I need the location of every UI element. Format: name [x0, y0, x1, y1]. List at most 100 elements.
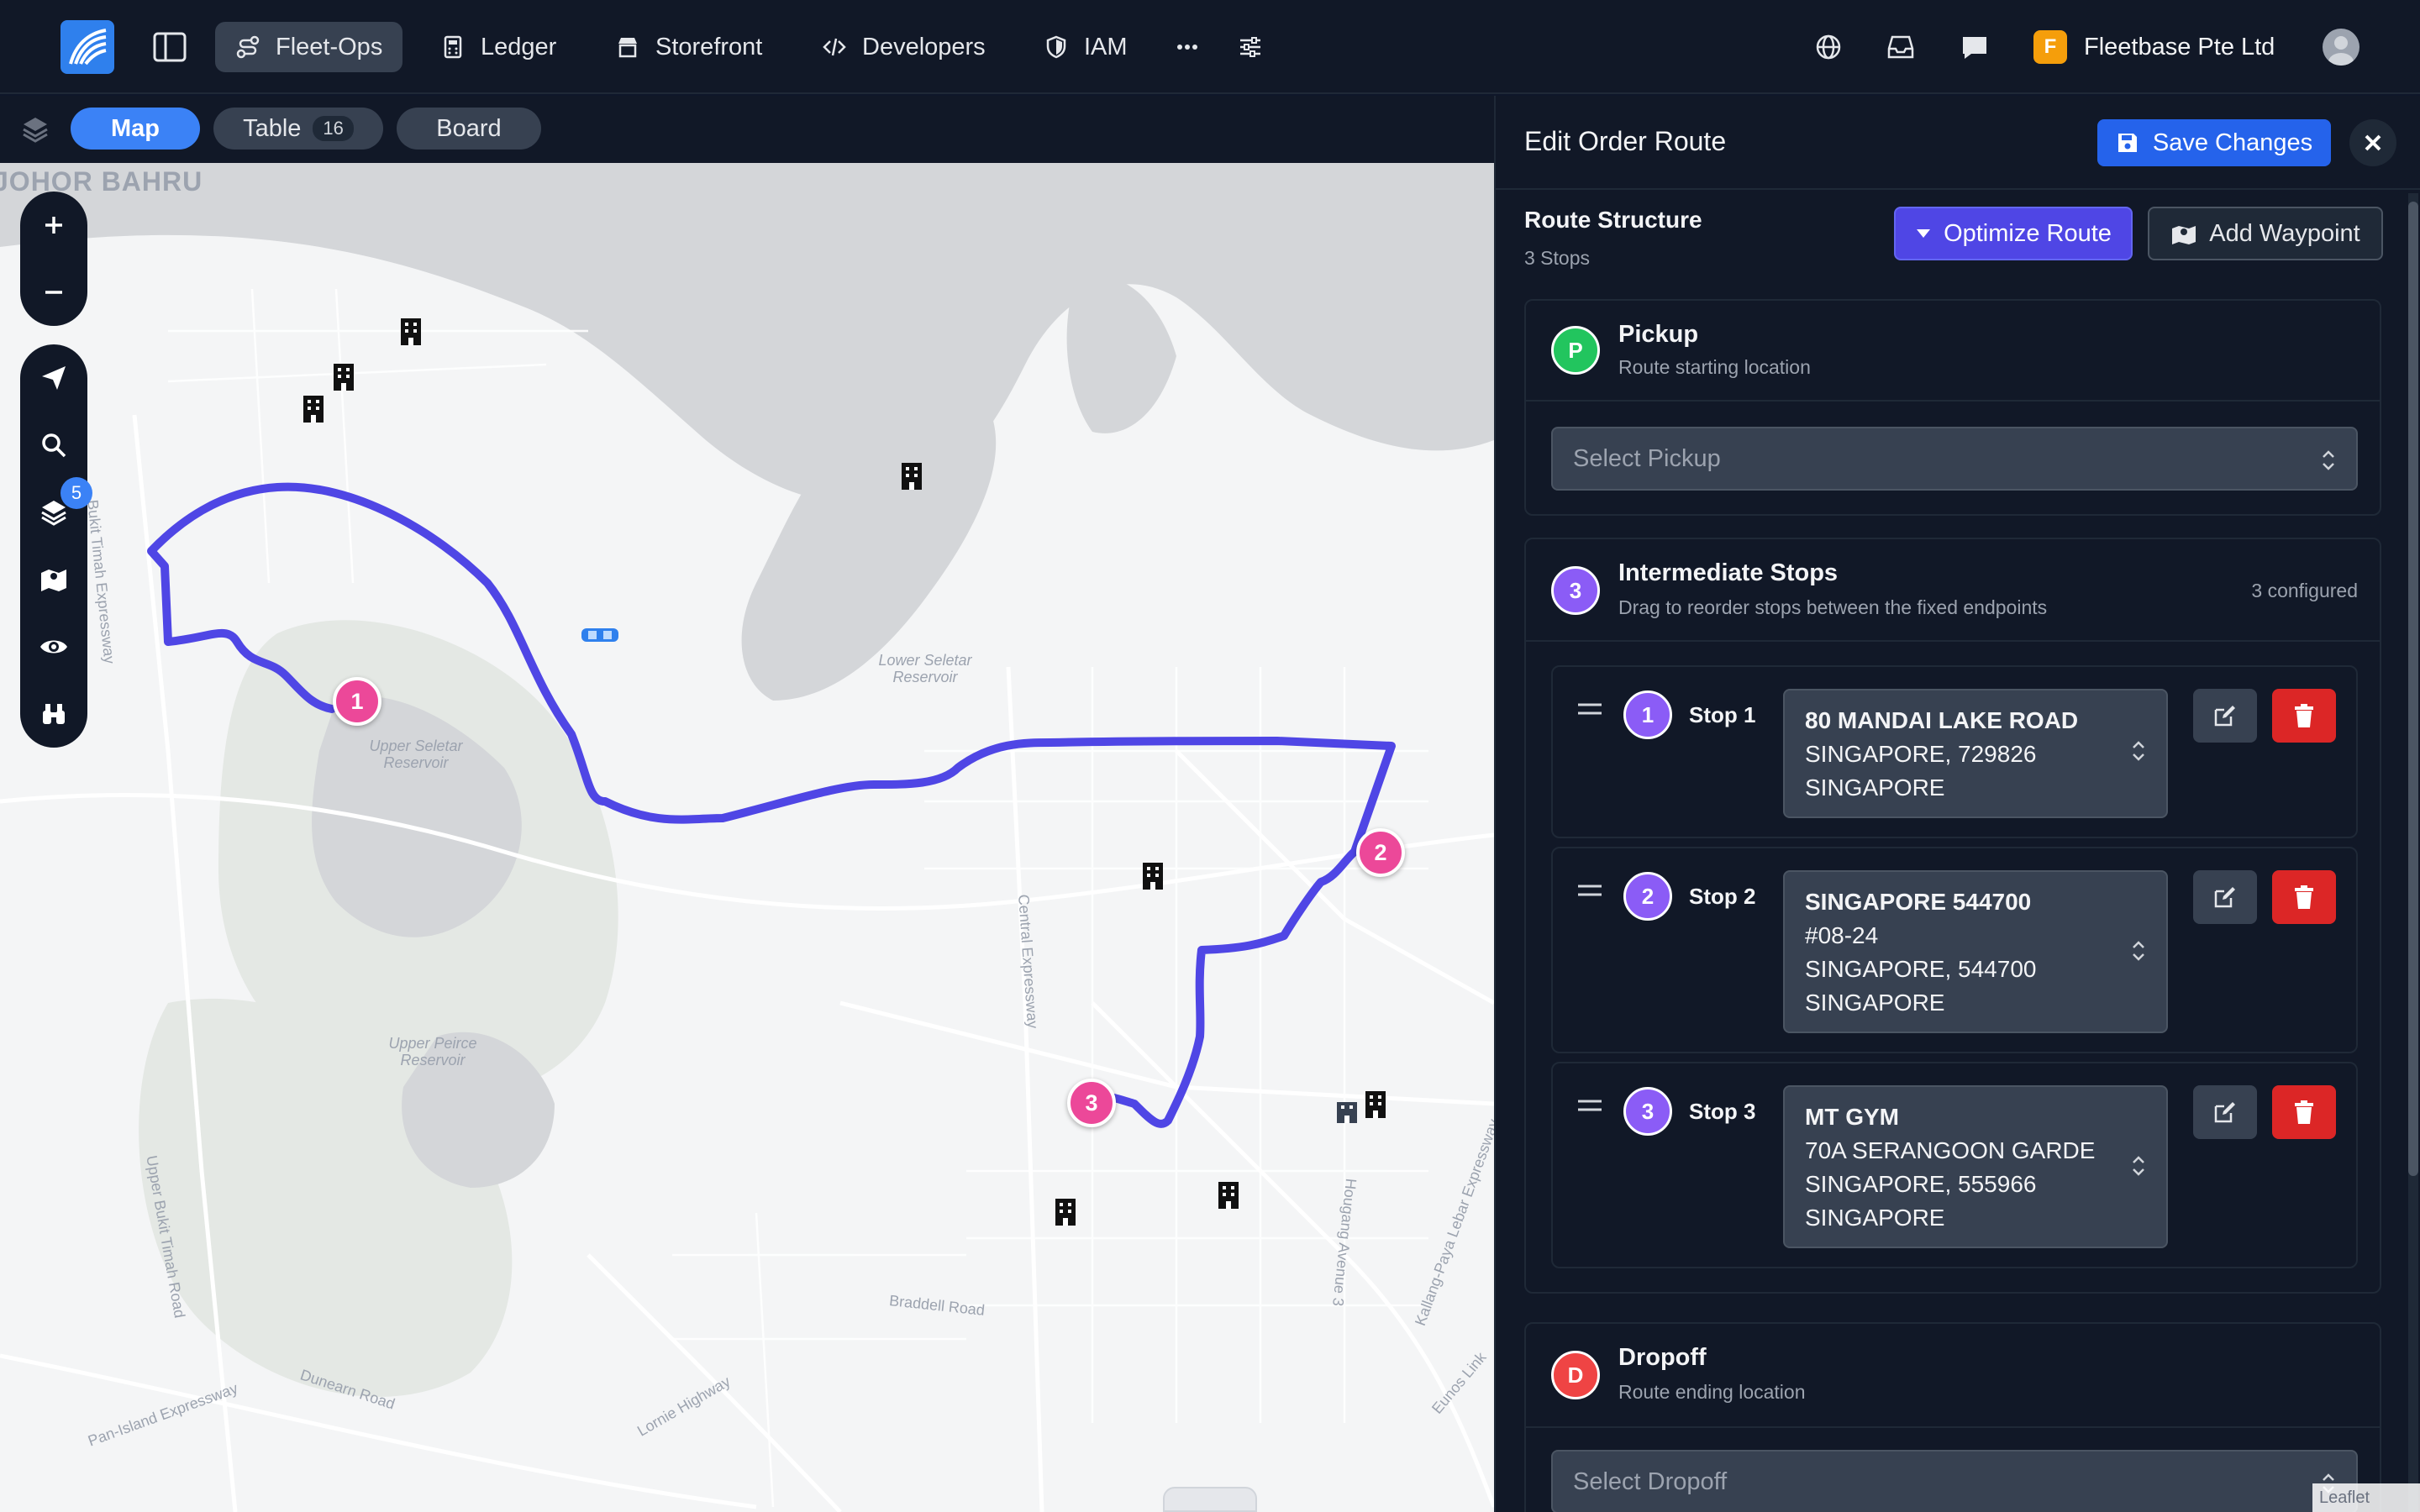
stop-number-badge: 2 [1623, 872, 1672, 921]
sliders-icon[interactable] [1235, 32, 1265, 62]
address-line: 80 MANDAI LAKE ROAD [1805, 707, 2079, 733]
building-icon[interactable] [1334, 1095, 1360, 1124]
dropoff-subtitle: Route ending location [1618, 1381, 1806, 1403]
delete-stop-button[interactable] [2272, 1085, 2336, 1139]
trash-icon [2295, 704, 2313, 727]
zoom-out-button[interactable] [20, 259, 87, 326]
tab-board-label: Board [436, 114, 502, 142]
calculator-icon [440, 34, 466, 60]
inbox-icon[interactable] [1884, 30, 1918, 64]
select-chevron-icon [2133, 1156, 2144, 1176]
add-waypoint-button[interactable]: Add Waypoint [2148, 207, 2383, 260]
nav-ledger-label: Ledger [481, 33, 557, 60]
route-marker-1[interactable]: 1 [333, 677, 381, 726]
intermediate-stops-card: 3 Intermediate Stops Drag to reorder sto… [1524, 538, 2381, 1294]
drag-handle-icon[interactable] [1578, 702, 1602, 716]
dropoff-select[interactable]: Select Dropoff [1551, 1450, 2358, 1512]
map-location-icon[interactable] [20, 546, 87, 613]
pickup-select[interactable]: Select Pickup [1551, 427, 2358, 491]
save-changes-button[interactable]: Save Changes [2097, 119, 2331, 166]
drag-handle-icon[interactable] [1578, 884, 1602, 897]
ellipsis-icon[interactable] [1172, 32, 1202, 62]
route-marker-2[interactable]: 2 [1356, 828, 1405, 877]
building-icon[interactable] [331, 363, 356, 391]
binoculars-icon[interactable] [20, 680, 87, 748]
map-attribution[interactable]: Leaflet [2312, 1483, 2420, 1512]
vehicle-icon[interactable] [580, 625, 620, 645]
dropoff-badge: D [1551, 1351, 1600, 1399]
send-icon[interactable] [20, 344, 87, 412]
stop-address-select[interactable]: MT GYM 70A SERANGOON GARDE SINGAPORE, 55… [1783, 1085, 2168, 1248]
address-line: SINGAPORE, 555966 [1805, 1171, 2037, 1197]
stop-item-1[interactable]: 1 Stop 1 80 MANDAI LAKE ROAD SINGAPORE, … [1551, 665, 2358, 838]
route-icon [235, 34, 260, 60]
optimize-route-button[interactable]: Optimize Route [1894, 207, 2133, 260]
search-icon[interactable] [20, 412, 87, 479]
top-navigation-bar: Fleet-Ops Ledger Storefront Developers I… [0, 0, 2420, 94]
org-name[interactable]: Fleetbase Pte Ltd [2084, 30, 2275, 64]
edit-stop-button[interactable] [2193, 1085, 2257, 1139]
nav-storefront[interactable]: Storefront [595, 22, 782, 72]
nav-developers[interactable]: Developers [802, 22, 1006, 72]
sidebar-toggle-icon[interactable] [151, 29, 188, 66]
route-marker-3[interactable]: 3 [1067, 1079, 1116, 1127]
stop-address-select[interactable]: SINGAPORE 544700 #08-24 SINGAPORE, 54470… [1783, 870, 2168, 1033]
tab-table[interactable]: Table 16 [213, 108, 383, 150]
delete-stop-button[interactable] [2272, 870, 2336, 924]
building-icon[interactable] [899, 462, 924, 491]
add-waypoint-label: Add Waypoint [2209, 219, 2360, 247]
trash-icon [2295, 885, 2313, 909]
optimize-route-label: Optimize Route [1944, 219, 2112, 247]
map-canvas[interactable]: JOHOR BAHRU Upper Seletar Reservoir Lowe… [0, 163, 1494, 1512]
delete-stop-button[interactable] [2272, 689, 2336, 743]
stop-item-3[interactable]: 3 Stop 3 MT GYM 70A SERANGOON GARDE SING… [1551, 1062, 2358, 1268]
map-place-label: Lower Seletar Reservoir [878, 652, 972, 685]
stop-item-2[interactable]: 2 Stop 2 SINGAPORE 544700 #08-24 SINGAPO… [1551, 847, 2358, 1053]
stop-address-select[interactable]: 80 MANDAI LAKE ROAD SINGAPORE, 729826 SI… [1783, 689, 2168, 818]
address-line: 70A SERANGOON GARDE [1805, 1137, 2096, 1163]
map-marked-icon [2172, 226, 2196, 244]
fleetbase-logo[interactable] [60, 20, 114, 74]
edit-order-route-panel: Edit Order Route Save Changes Route Stru… [1494, 96, 2420, 1512]
building-icon[interactable] [398, 318, 424, 346]
pickup-subtitle: Route starting location [1618, 356, 1811, 378]
zoom-controls [20, 192, 87, 326]
nav-fleet-ops[interactable]: Fleet-Ops [215, 22, 403, 72]
globe-icon[interactable] [1812, 30, 1845, 64]
dropoff-card-header: D Dropoff Route ending location [1526, 1324, 2380, 1428]
layers-toggle-icon[interactable] [18, 113, 52, 146]
pickup-card: P Pickup Route starting location Select … [1524, 299, 2381, 516]
edit-stop-button[interactable] [2193, 870, 2257, 924]
tab-map[interactable]: Map [71, 108, 200, 150]
panel-header: Edit Order Route Save Changes [1496, 96, 2420, 190]
intermediate-subtitle: Drag to reorder stops between the fixed … [1618, 596, 2048, 618]
building-icon[interactable] [1053, 1198, 1078, 1226]
map-tools: 5 [20, 344, 92, 748]
table-count-badge: 16 [313, 116, 354, 141]
layers-icon[interactable]: 5 [20, 477, 92, 546]
map-resize-handle[interactable] [1163, 1487, 1257, 1512]
building-icon[interactable] [301, 395, 326, 423]
map-background [0, 163, 1494, 1512]
tab-board[interactable]: Board [397, 108, 541, 150]
building-icon[interactable] [1363, 1090, 1388, 1119]
drag-handle-icon[interactable] [1578, 1099, 1602, 1112]
eye-icon[interactable] [20, 613, 87, 680]
configured-count: 3 configured [2251, 580, 2358, 601]
avatar[interactable] [2323, 29, 2360, 66]
chat-icon[interactable] [1958, 30, 1991, 64]
pickup-badge: P [1551, 326, 1600, 375]
nav-iam[interactable]: IAM [1023, 22, 1148, 72]
nav-ledger[interactable]: Ledger [420, 22, 576, 72]
zoom-in-button[interactable] [20, 192, 87, 259]
close-button[interactable] [2349, 119, 2396, 166]
stop-label: Stop 2 [1689, 884, 1756, 909]
panel-scrollbar-thumb[interactable] [2408, 202, 2418, 1176]
edit-stop-button[interactable] [2193, 689, 2257, 743]
org-badge[interactable]: F [2033, 30, 2067, 64]
stop-number-badge: 1 [1623, 690, 1672, 739]
select-chevron-icon [2323, 450, 2334, 470]
building-icon[interactable] [1140, 862, 1165, 890]
building-icon[interactable] [1216, 1181, 1241, 1210]
edit-icon [2214, 706, 2235, 727]
